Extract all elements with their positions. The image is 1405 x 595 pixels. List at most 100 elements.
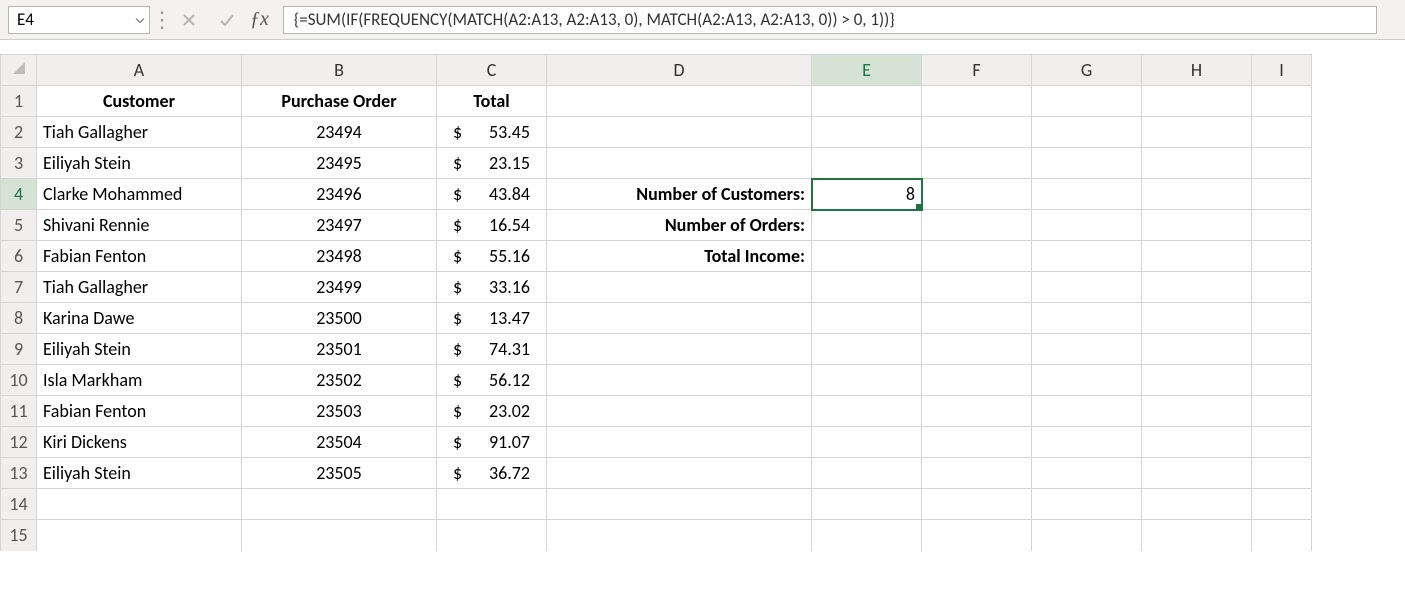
row-header-8[interactable]: 8: [1, 303, 37, 334]
cell-I11[interactable]: [1252, 396, 1312, 427]
cell-I7[interactable]: [1252, 272, 1312, 303]
cell-B13[interactable]: 23505: [242, 458, 437, 489]
cell-C14[interactable]: [437, 489, 547, 520]
cell-F11[interactable]: [922, 396, 1032, 427]
cell-E4[interactable]: 8: [812, 179, 922, 210]
cell-E8[interactable]: [812, 303, 922, 334]
cell-B9[interactable]: 23501: [242, 334, 437, 365]
cell-H12[interactable]: [1142, 427, 1252, 458]
cell-H5[interactable]: [1142, 210, 1252, 241]
cell-A1[interactable]: Customer: [37, 86, 242, 117]
col-header-E[interactable]: E: [812, 55, 922, 86]
row-header-3[interactable]: 3: [1, 148, 37, 179]
cell-H1[interactable]: [1142, 86, 1252, 117]
cell-D6[interactable]: Total Income:: [547, 241, 812, 272]
cell-H2[interactable]: [1142, 117, 1252, 148]
cell-A13[interactable]: Eiliyah Stein: [37, 458, 242, 489]
row-header-2[interactable]: 2: [1, 117, 37, 148]
row-header-14[interactable]: 14: [1, 489, 37, 520]
cell-E11[interactable]: [812, 396, 922, 427]
cell-B4[interactable]: 23496: [242, 179, 437, 210]
cell-C7[interactable]: $33.16: [437, 272, 547, 303]
cell-G6[interactable]: [1032, 241, 1142, 272]
cell-I9[interactable]: [1252, 334, 1312, 365]
col-header-H[interactable]: H: [1142, 55, 1252, 86]
row-header-13[interactable]: 13: [1, 458, 37, 489]
cell-E10[interactable]: [812, 365, 922, 396]
cell-C10[interactable]: $56.12: [437, 365, 547, 396]
cell-H13[interactable]: [1142, 458, 1252, 489]
col-header-B[interactable]: B: [242, 55, 437, 86]
cell-E14[interactable]: [812, 489, 922, 520]
cell-E13[interactable]: [812, 458, 922, 489]
cell-A6[interactable]: Fabian Fenton: [37, 241, 242, 272]
cell-D14[interactable]: [547, 489, 812, 520]
cell-C3[interactable]: $23.15: [437, 148, 547, 179]
cell-C2[interactable]: $53.45: [437, 117, 547, 148]
cell-I15[interactable]: [1252, 520, 1312, 551]
cell-E2[interactable]: [812, 117, 922, 148]
cell-G2[interactable]: [1032, 117, 1142, 148]
col-header-G[interactable]: G: [1032, 55, 1142, 86]
cell-I1[interactable]: [1252, 86, 1312, 117]
cell-D3[interactable]: [547, 148, 812, 179]
cell-I3[interactable]: [1252, 148, 1312, 179]
cell-E12[interactable]: [812, 427, 922, 458]
cell-A12[interactable]: Kiri Dickens: [37, 427, 242, 458]
cell-F1[interactable]: [922, 86, 1032, 117]
cell-H3[interactable]: [1142, 148, 1252, 179]
cell-C1[interactable]: Total: [437, 86, 547, 117]
cell-H7[interactable]: [1142, 272, 1252, 303]
cell-A2[interactable]: Tiah Gallagher: [37, 117, 242, 148]
cell-B7[interactable]: 23499: [242, 272, 437, 303]
cell-G8[interactable]: [1032, 303, 1142, 334]
row-header-12[interactable]: 12: [1, 427, 37, 458]
cell-I8[interactable]: [1252, 303, 1312, 334]
cell-C12[interactable]: $91.07: [437, 427, 547, 458]
cell-C9[interactable]: $74.31: [437, 334, 547, 365]
cell-D4[interactable]: Number of Customers:: [547, 179, 812, 210]
col-header-I[interactable]: I: [1252, 55, 1312, 86]
cancel-formula-button[interactable]: [174, 6, 204, 34]
cell-A11[interactable]: Fabian Fenton: [37, 396, 242, 427]
cell-G12[interactable]: [1032, 427, 1142, 458]
cell-F9[interactable]: [922, 334, 1032, 365]
cell-E7[interactable]: [812, 272, 922, 303]
cell-G14[interactable]: [1032, 489, 1142, 520]
enter-formula-button[interactable]: [212, 6, 242, 34]
cell-B14[interactable]: [242, 489, 437, 520]
cell-H11[interactable]: [1142, 396, 1252, 427]
col-header-F[interactable]: F: [922, 55, 1032, 86]
formula-input[interactable]: {=SUM(IF(FREQUENCY(MATCH(A2:A13, A2:A13,…: [283, 6, 1377, 34]
cell-B2[interactable]: 23494: [242, 117, 437, 148]
cell-A3[interactable]: Eiliyah Stein: [37, 148, 242, 179]
cell-A15[interactable]: [37, 520, 242, 551]
cell-F3[interactable]: [922, 148, 1032, 179]
cell-B8[interactable]: 23500: [242, 303, 437, 334]
row-header-6[interactable]: 6: [1, 241, 37, 272]
row-header-7[interactable]: 7: [1, 272, 37, 303]
cell-H14[interactable]: [1142, 489, 1252, 520]
cell-I12[interactable]: [1252, 427, 1312, 458]
col-header-D[interactable]: D: [547, 55, 812, 86]
cell-G7[interactable]: [1032, 272, 1142, 303]
cell-D7[interactable]: [547, 272, 812, 303]
name-box[interactable]: E4: [8, 6, 150, 34]
cell-B1[interactable]: Purchase Order: [242, 86, 437, 117]
cell-A7[interactable]: Tiah Gallagher: [37, 272, 242, 303]
row-header-1[interactable]: 1: [1, 86, 37, 117]
cell-G9[interactable]: [1032, 334, 1142, 365]
cell-A4[interactable]: Clarke Mohammed: [37, 179, 242, 210]
cell-G3[interactable]: [1032, 148, 1142, 179]
cell-A10[interactable]: Isla Markham: [37, 365, 242, 396]
fx-icon[interactable]: ƒx: [250, 8, 275, 31]
cell-G11[interactable]: [1032, 396, 1142, 427]
cell-F14[interactable]: [922, 489, 1032, 520]
cell-F15[interactable]: [922, 520, 1032, 551]
cell-B3[interactable]: 23495: [242, 148, 437, 179]
cell-D5[interactable]: Number of Orders:: [547, 210, 812, 241]
cell-F4[interactable]: [922, 179, 1032, 210]
cell-D8[interactable]: [547, 303, 812, 334]
cell-C4[interactable]: $43.84: [437, 179, 547, 210]
row-header-15[interactable]: 15: [1, 520, 37, 551]
